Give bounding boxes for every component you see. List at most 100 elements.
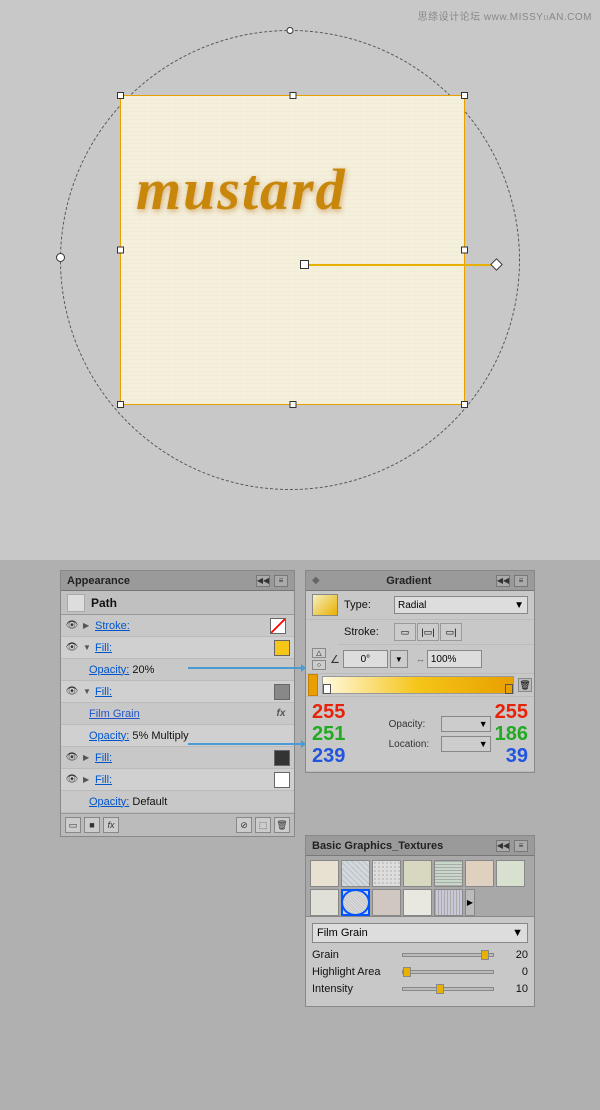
texture-thumb-1[interactable] [310, 860, 339, 887]
gradient-icon-2[interactable]: ○ [312, 660, 326, 670]
fill-swatch-yellow[interactable] [274, 640, 290, 656]
gradient-stroke-row: Stroke: ▭ |▭| ▭| [338, 620, 534, 645]
handle-ml[interactable] [117, 247, 124, 254]
handle-bl[interactable] [117, 401, 124, 408]
appearance-panel: Appearance ◀◀ ≡ Path 👁 ▶ Stroke: 👁 [60, 570, 295, 837]
gradient-swatch-main[interactable] [312, 594, 338, 616]
texture-thumb-selected[interactable] [341, 889, 370, 916]
mustard-text: mustard [136, 156, 347, 223]
texture-thumb-8[interactable] [310, 889, 339, 916]
appearance-menu-btn[interactable]: ≡ [274, 575, 288, 587]
gradient-collapse-btn[interactable]: ◀◀ [496, 575, 510, 587]
texture-thumb-12[interactable] [434, 889, 463, 916]
fill-row4: 👁 ▶ Fill: [61, 769, 294, 791]
handle-tm[interactable] [289, 92, 296, 99]
fill-swatch-gray[interactable] [274, 684, 290, 700]
gradient-bar[interactable] [322, 676, 514, 694]
texture-scroll-right[interactable]: ▶ [465, 889, 475, 916]
fill-row2: 👁 ▼ Fill: [61, 681, 294, 703]
fill3-arrow[interactable]: ▶ [83, 753, 93, 762]
connector-line-1 [188, 667, 306, 669]
gradient-stop-right[interactable] [505, 684, 513, 694]
orange-indicator [308, 674, 318, 696]
grain-slider-thumb[interactable] [481, 950, 489, 960]
highlight-slider-track[interactable] [402, 970, 494, 974]
gradient-menu-btn[interactable]: ≡ [514, 575, 528, 587]
grain-slider-track[interactable] [402, 953, 494, 957]
opacity-dropdown[interactable]: ▼ [441, 716, 491, 732]
scale-dropdown[interactable]: 100% [427, 650, 482, 668]
gradient-icon-1[interactable]: △ [312, 648, 326, 658]
textures-controls-section: Film Grain ▼ Grain 20 Highlight Area 0 [306, 917, 534, 1006]
fill4-label: Fill: [95, 774, 274, 786]
gradient-type-select[interactable]: Radial ▼ [394, 596, 528, 614]
toolbar-delete-icon[interactable]: 🗑 [274, 817, 290, 833]
circle-handle-left[interactable] [56, 253, 65, 262]
textures-collapse-btn[interactable]: ◀◀ [496, 840, 510, 852]
appearance-collapse-btn[interactable]: ◀◀ [256, 575, 270, 587]
fill-eye[interactable]: 👁 [65, 641, 79, 655]
fill2-eye[interactable]: 👁 [65, 685, 79, 699]
gradient-controls: ◀◀ ≡ [496, 575, 528, 587]
angle-input[interactable]: 0° [343, 650, 388, 668]
intensity-slider-thumb[interactable] [436, 984, 444, 994]
gradient-title: Gradient [386, 575, 431, 587]
fill-swatch-dark[interactable] [274, 750, 290, 766]
texture-thumb-6[interactable] [465, 860, 494, 887]
rgb-left: 255 251 239 [312, 701, 385, 767]
stroke-eye[interactable]: 👁 [65, 619, 79, 633]
fill4-eye[interactable]: 👁 [65, 773, 79, 787]
texture-thumb-11[interactable] [403, 889, 432, 916]
gradient-panel: ◆ Gradient ◀◀ ≡ Type: Radial ▼ Stroke: ▭ [305, 570, 535, 773]
circle-handle-top[interactable] [287, 27, 294, 34]
fill-swatch-white[interactable] [274, 772, 290, 788]
textures-controls-bar: ◀◀ ≡ [496, 840, 528, 852]
grain-value: 20 [498, 949, 528, 961]
fill3-eye[interactable]: 👁 [65, 751, 79, 765]
textures-title: Basic Graphics_Textures [312, 840, 443, 852]
handle-br[interactable] [461, 401, 468, 408]
toolbar-fill-icon[interactable]: ■ [84, 817, 100, 833]
toolbar-copy-icon[interactable]: ⬚ [255, 817, 271, 833]
fill-arrow[interactable]: ▼ [83, 643, 93, 652]
handle-tl[interactable] [117, 92, 124, 99]
fill2-arrow[interactable]: ▼ [83, 687, 93, 696]
location-dropdown[interactable]: ▼ [441, 736, 491, 752]
angle-symbol: ∠ [330, 653, 340, 666]
texture-thumb-3[interactable] [372, 860, 401, 887]
fill4-arrow[interactable]: ▶ [83, 775, 93, 784]
angle-dropdown-btn[interactable]: ▼ [390, 650, 408, 668]
filmgrain-dropdown[interactable]: Film Grain ▼ [312, 923, 528, 943]
stroke-btn-2[interactable]: |▭| [417, 623, 439, 641]
extend-handle-mid[interactable] [300, 260, 309, 269]
highlight-slider-thumb[interactable] [403, 967, 411, 977]
rgb-row: 255 251 239 Opacity: ▼ Location: ▼ 255 1… [306, 697, 534, 772]
stroke-btn-1[interactable]: ▭ [394, 623, 416, 641]
watermark: 思绦设计论坛 www.MISSYUAN.COM [418, 8, 592, 23]
stroke-btn-3[interactable]: ▭| [440, 623, 462, 641]
gradient-stop-left[interactable] [323, 684, 331, 694]
stroke-arrow[interactable]: ▶ [83, 621, 93, 630]
gradient-delete-btn[interactable]: 🗑 [518, 678, 532, 692]
texture-thumb-7[interactable] [496, 860, 525, 887]
toolbar-fx-icon[interactable]: fx [103, 817, 119, 833]
texture-thumb-5[interactable] [434, 860, 463, 887]
fill2-label: Fill: [95, 686, 274, 698]
intensity-slider-track[interactable] [402, 987, 494, 991]
gradient-title-bar: ◆ Gradient ◀◀ ≡ [306, 571, 534, 591]
path-title: Path [91, 596, 117, 610]
handle-bm[interactable] [289, 401, 296, 408]
handle-mr[interactable] [461, 247, 468, 254]
handle-tr[interactable] [461, 92, 468, 99]
texture-thumb-2[interactable] [341, 860, 370, 887]
toolbar-rect-icon[interactable]: ▭ [65, 817, 81, 833]
texture-thumb-4[interactable] [403, 860, 432, 887]
rgb-r-left: 255 [312, 701, 385, 723]
texture-thumb-10[interactable] [372, 889, 401, 916]
scale-icon: ↔ [416, 654, 425, 664]
fill-label: Fill: [95, 642, 274, 654]
stroke-swatch[interactable] [270, 618, 286, 634]
filmgrain-dropdown-arrow: ▼ [512, 927, 523, 939]
textures-menu-btn[interactable]: ≡ [514, 840, 528, 852]
toolbar-clear-icon[interactable]: ⊘ [236, 817, 252, 833]
